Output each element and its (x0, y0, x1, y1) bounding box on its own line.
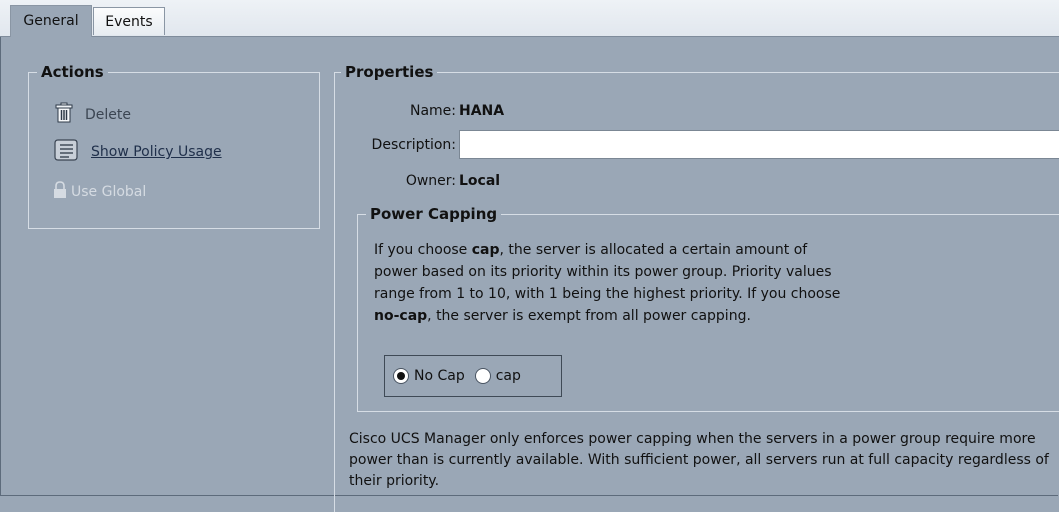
power-capping-title: Power Capping (366, 205, 502, 223)
power-capping-description: If you choose cap, the server is allocat… (374, 239, 844, 327)
owner-label: Owner: (405, 173, 456, 189)
tab-bar: General Events (0, 0, 1059, 37)
lock-icon (53, 181, 67, 203)
power-capping-radio-group: No Cap cap (384, 355, 562, 397)
show-policy-usage-label: Show Policy Usage (91, 144, 222, 160)
properties-panel: Properties Name: HANA Description: Owner… (334, 63, 1059, 512)
owner-value: Local (459, 173, 501, 189)
show-policy-usage-link[interactable]: Show Policy Usage (53, 139, 222, 164)
name-label: Name: (409, 103, 456, 119)
power-capping-note: Cisco UCS Manager only enforces power ca… (349, 431, 1049, 489)
trash-icon (53, 102, 75, 128)
use-global-action[interactable]: Use Global (53, 180, 146, 204)
cap-radio[interactable] (474, 368, 491, 384)
tab-events[interactable]: Events (93, 7, 165, 35)
actions-panel: Actions Delete Show Policy Usage Use Glo… (28, 63, 320, 229)
properties-title: Properties (341, 63, 438, 81)
actions-title: Actions (37, 63, 108, 81)
no-cap-radio[interactable] (393, 368, 409, 384)
description-label: Description: (371, 137, 456, 153)
delete-label: Delete (85, 107, 131, 123)
power-text-nocap: no-cap (374, 308, 428, 324)
scroll-icon (53, 136, 81, 168)
name-value: HANA (459, 103, 505, 119)
radio-selected-dot (397, 372, 405, 380)
power-text-pre: If you choose (374, 242, 472, 258)
tab-general[interactable]: General (10, 5, 92, 37)
description-input[interactable] (459, 130, 1059, 159)
power-capping-panel: Power Capping If you choose cap, the ser… (357, 205, 1059, 412)
use-global-label: Use Global (71, 184, 147, 200)
no-cap-label[interactable]: No Cap (414, 368, 465, 384)
power-text-post: , the server is exempt from all power ca… (427, 308, 751, 324)
cap-label[interactable]: cap (496, 368, 521, 384)
power-text-cap: cap (471, 242, 500, 258)
delete-action[interactable]: Delete (53, 102, 131, 128)
